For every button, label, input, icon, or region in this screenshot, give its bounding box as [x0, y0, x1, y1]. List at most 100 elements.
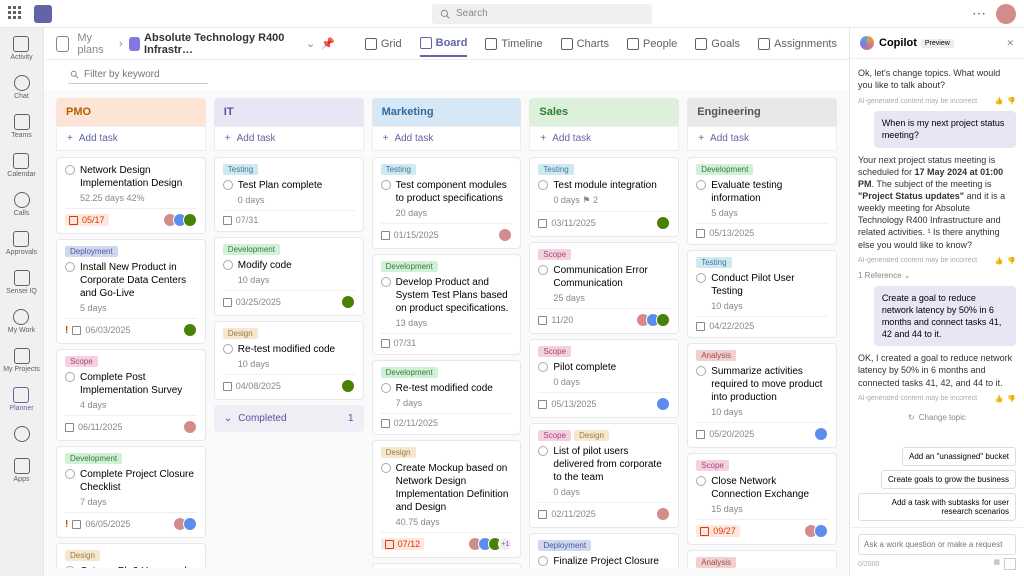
- task-checkbox-icon[interactable]: [65, 165, 75, 175]
- thumbs-down-icon[interactable]: 👎: [1007, 395, 1016, 403]
- user-avatar[interactable]: [996, 4, 1016, 24]
- task-checkbox-icon[interactable]: [65, 372, 75, 382]
- send-icon[interactable]: [1004, 558, 1016, 570]
- task-checkbox-icon[interactable]: [538, 362, 548, 372]
- breadcrumb-root[interactable]: My plans: [77, 32, 113, 56]
- rail-item-approvals[interactable]: Approvals: [6, 231, 37, 256]
- add-task-button[interactable]: + Add task: [529, 126, 679, 151]
- rail-item-chat[interactable]: Chat: [14, 75, 30, 100]
- task-checkbox-icon[interactable]: [65, 262, 75, 272]
- task-checkbox-icon[interactable]: [223, 260, 233, 270]
- task-checkbox-icon[interactable]: [538, 265, 548, 275]
- task-card[interactable]: ScopeClose Network Connection Exchange15…: [687, 453, 837, 545]
- task-card[interactable]: ScopeDesignList of pilot users delivered…: [529, 423, 679, 528]
- rail-item-teams[interactable]: Teams: [11, 114, 32, 139]
- reference-toggle[interactable]: 1 Reference ⌄: [858, 271, 1016, 280]
- rail-item-calls[interactable]: Calls: [14, 192, 30, 217]
- task-card[interactable]: TestingTest Plan complete0 days07/31: [214, 157, 364, 232]
- column-header-mkt[interactable]: Marketing: [372, 98, 522, 126]
- task-checkbox-icon[interactable]: [538, 446, 548, 456]
- task-card[interactable]: TestingTest Scripts complete: [372, 563, 522, 568]
- task-checkbox-icon[interactable]: [223, 180, 233, 190]
- tab-timeline[interactable]: Timeline: [485, 31, 542, 57]
- thumbs-up-icon[interactable]: 👍: [995, 257, 1004, 265]
- task-checkbox-icon[interactable]: [381, 463, 391, 473]
- task-checkbox-icon[interactable]: [696, 366, 706, 376]
- chevron-down-icon[interactable]: ⌄: [306, 37, 315, 50]
- task-card[interactable]: DevelopmentComplete Project Closure Chec…: [56, 446, 206, 538]
- task-card[interactable]: ScopeCommunication Error Communication25…: [529, 242, 679, 334]
- task-card[interactable]: TestingTest module integration0 days ⚑ 2…: [529, 157, 679, 237]
- pin-icon[interactable]: 📌: [321, 37, 335, 50]
- task-checkbox-icon[interactable]: [381, 383, 391, 393]
- change-topic-button[interactable]: ↻ Change topic: [858, 413, 1016, 422]
- tab-charts[interactable]: Charts: [561, 31, 609, 57]
- task-card[interactable]: DevelopmentDevelop Product and System Te…: [372, 254, 522, 355]
- tab-board[interactable]: Board: [420, 31, 468, 57]
- task-card[interactable]: DevelopmentEvaluate testing information5…: [687, 157, 837, 245]
- rail-item-sensei-iq[interactable]: Sensei IQ: [6, 270, 37, 295]
- column-header-it[interactable]: IT: [214, 98, 364, 126]
- task-card[interactable]: AnalysisSummarize activities required to…: [687, 343, 837, 448]
- task-card[interactable]: DesignRe-test modified code10 days04/08/…: [214, 321, 364, 400]
- thumbs-down-icon[interactable]: 👎: [1007, 257, 1016, 265]
- task-card[interactable]: TestingTest component modules to product…: [372, 157, 522, 249]
- task-card[interactable]: DevelopmentModify code10 days03/25/2025: [214, 237, 364, 316]
- task-checkbox-icon[interactable]: [381, 180, 391, 190]
- tab-people[interactable]: People: [627, 31, 677, 57]
- add-task-button[interactable]: + Add task: [372, 126, 522, 151]
- task-checkbox-icon[interactable]: [696, 273, 706, 283]
- global-search[interactable]: Search: [432, 4, 652, 24]
- task-checkbox-icon[interactable]: [381, 277, 391, 287]
- task-card[interactable]: ScopeComplete Post Implementation Survey…: [56, 349, 206, 441]
- more-icon[interactable]: ⋯: [972, 5, 986, 22]
- task-checkbox-icon[interactable]: [65, 469, 75, 479]
- column-header-sales[interactable]: Sales: [529, 98, 679, 126]
- column-header-eng[interactable]: Engineering: [687, 98, 837, 126]
- tab-grid[interactable]: Grid: [365, 31, 402, 57]
- close-icon[interactable]: ✕: [1006, 38, 1014, 49]
- project-title[interactable]: Absolute Technology R400 Infrastr…: [144, 32, 300, 56]
- rail-item-activity[interactable]: Activity: [10, 36, 32, 61]
- thumbs-up-icon[interactable]: 👍: [995, 97, 1004, 105]
- suggestion-chip[interactable]: Create goals to grow the business: [881, 470, 1016, 489]
- completed-section[interactable]: ⌄Completed1: [214, 405, 364, 432]
- tab-assignments[interactable]: Assignments: [758, 31, 837, 57]
- add-task-button[interactable]: + Add task: [56, 126, 206, 151]
- task-card[interactable]: DesignCreate Mockup based on Network Des…: [372, 440, 522, 558]
- task-card[interactable]: DeploymentFinalize Project Closure repor…: [529, 533, 679, 568]
- thumbs-down-icon[interactable]: 👎: [1007, 97, 1016, 105]
- task-card[interactable]: DeploymentInstall New Product in Corpora…: [56, 239, 206, 344]
- task-checkbox-icon[interactable]: [538, 180, 548, 190]
- rail-item-calendar[interactable]: Calendar: [7, 153, 35, 178]
- add-task-button[interactable]: + Add task: [214, 126, 364, 151]
- task-card[interactable]: TestingConduct Pilot User Testing10 days…: [687, 250, 837, 338]
- task-card[interactable]: DesignCutover Ph 2 Users and Monitor5 da…: [56, 543, 206, 568]
- task-card[interactable]: Network Design Implementation Design52.2…: [56, 157, 206, 234]
- rail-item-my-projects[interactable]: My Projects: [3, 348, 40, 373]
- task-card[interactable]: DevelopmentRe-test modified code7 days02…: [372, 360, 522, 435]
- rail-item-my-work[interactable]: My Work: [8, 309, 35, 334]
- task-checkbox-icon[interactable]: [538, 556, 548, 566]
- task-card[interactable]: ScopePilot complete0 days05/13/2025: [529, 339, 679, 418]
- rail-item-apps[interactable]: Apps: [14, 458, 30, 483]
- task-checkbox-icon[interactable]: [65, 566, 75, 568]
- app-launcher-icon[interactable]: [8, 6, 24, 22]
- task-checkbox-icon[interactable]: [223, 344, 233, 354]
- task-date: 04/08/2025: [223, 381, 281, 391]
- task-card[interactable]: AnalysisNetwork Protocol Communication E…: [687, 550, 837, 568]
- add-task-button[interactable]: + Add task: [687, 126, 837, 151]
- suggestion-chip[interactable]: Add a task with subtasks for user resear…: [858, 493, 1016, 521]
- thumbs-up-icon[interactable]: 👍: [995, 395, 1004, 403]
- tab-goals[interactable]: Goals: [695, 31, 740, 57]
- rail-item-more[interactable]: [14, 426, 30, 444]
- filter-input[interactable]: [68, 66, 208, 84]
- rail-item-planner[interactable]: Planner: [9, 387, 33, 412]
- task-checkbox-icon[interactable]: [696, 476, 706, 486]
- attach-icon[interactable]: ▦: [993, 558, 1000, 570]
- column-header-pmo[interactable]: PMO: [56, 98, 206, 126]
- task-checkbox-icon[interactable]: [696, 180, 706, 190]
- suggestion-chip[interactable]: Add an "unassigned" bucket: [902, 447, 1016, 466]
- copilot-input[interactable]: [858, 534, 1016, 555]
- task-title: Complete Project Closure Checklist: [80, 468, 197, 494]
